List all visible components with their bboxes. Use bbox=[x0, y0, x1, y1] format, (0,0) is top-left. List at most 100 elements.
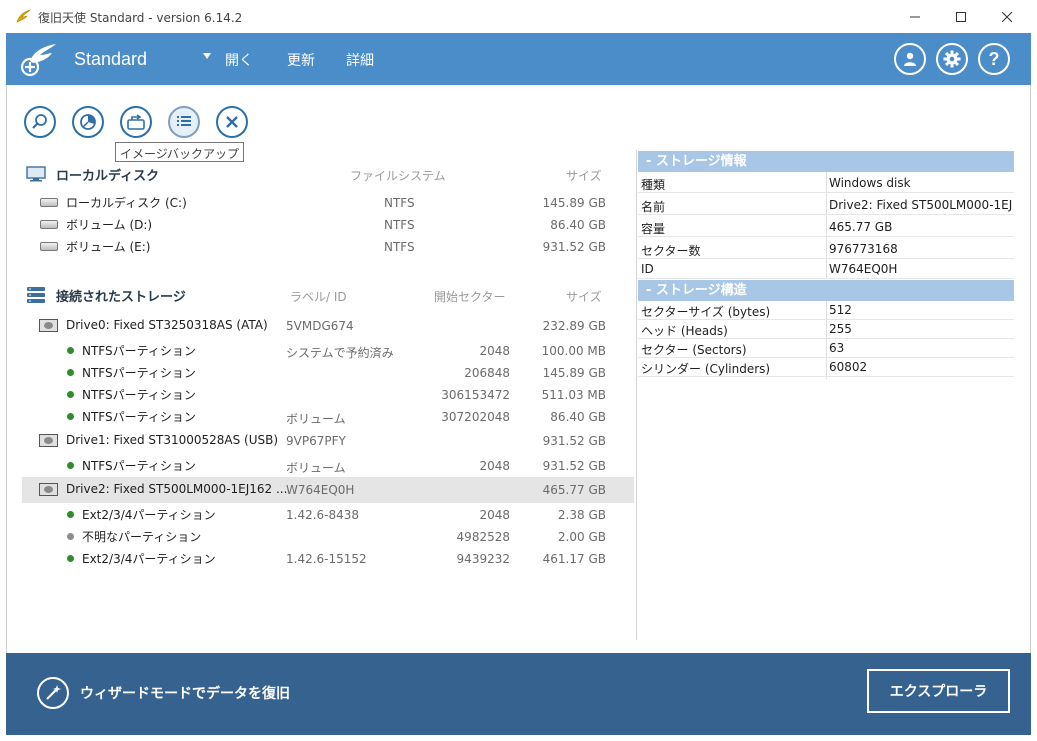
partition-start: 4982528 bbox=[456, 530, 510, 544]
drive-size: 232.89 GB bbox=[542, 319, 606, 333]
storage-stack-icon bbox=[26, 286, 46, 307]
partition-name: NTFSパーティション bbox=[82, 388, 196, 402]
info-value: 63 bbox=[829, 341, 845, 355]
info-value: W764EQ0H bbox=[829, 262, 898, 276]
info-value: 976773168 bbox=[829, 242, 898, 256]
settings-button[interactable] bbox=[936, 43, 968, 75]
partition-tool-button[interactable] bbox=[72, 106, 104, 138]
search-tool-button[interactable] bbox=[24, 106, 56, 138]
col-header-filesystem: ファイルシステム bbox=[350, 169, 446, 183]
partition-name: NTFSパーティション bbox=[82, 459, 196, 473]
partition-name: Ext2/3/4パーティション bbox=[82, 552, 216, 566]
volume-size: 145.89 GB bbox=[542, 196, 606, 210]
partition-status-dot bbox=[67, 533, 74, 540]
drive-id: 5VMDG674 bbox=[286, 319, 354, 333]
partition-label: ボリューム bbox=[286, 461, 346, 475]
partition-size: 461.17 GB bbox=[542, 552, 606, 566]
footer-bar: ウィザードモードでデータを復旧 エクスプローラ bbox=[6, 653, 1031, 735]
image-backup-button[interactable] bbox=[120, 106, 152, 138]
help-button[interactable]: ? bbox=[978, 43, 1010, 75]
info-row: 種類 Windows disk bbox=[638, 174, 1014, 193]
gear-icon bbox=[943, 50, 961, 68]
info-row: 名前 Drive2: Fixed ST500LM000-1EJ1 bbox=[638, 196, 1014, 215]
col-header-start-sector: 開始セクター bbox=[434, 290, 506, 304]
partition-name: NTFSパーティション bbox=[82, 366, 196, 380]
partition-size: 86.40 GB bbox=[550, 410, 606, 424]
drive-icon bbox=[39, 319, 58, 332]
hard-disk-icon bbox=[40, 198, 58, 207]
partition-name: NTFSパーティション bbox=[82, 410, 196, 424]
partition-name: NTFSパーティション bbox=[82, 344, 196, 358]
computer-monitor-icon bbox=[26, 166, 46, 185]
partition-label: システムで予約済み bbox=[286, 346, 394, 360]
partition-name: 不明なパーティション bbox=[82, 530, 202, 544]
list-view-button[interactable] bbox=[168, 106, 200, 138]
col-header-size: サイズ bbox=[566, 290, 602, 304]
volume-name: ボリューム (D:) bbox=[66, 218, 153, 232]
storage-info-header[interactable]: - ストレージ情報 bbox=[638, 151, 1014, 172]
info-value: 465.77 GB bbox=[829, 220, 893, 234]
tooltip: イメージバックアップ bbox=[115, 142, 245, 162]
info-value: 255 bbox=[829, 322, 852, 336]
info-row: セクター数 976773168 bbox=[638, 240, 1014, 259]
info-key: 種類 bbox=[641, 178, 666, 192]
close-icon bbox=[226, 116, 238, 128]
partition-start: 206848 bbox=[464, 366, 510, 380]
storage-structure-header[interactable]: - ストレージ構造 bbox=[638, 280, 1014, 301]
maximize-button[interactable] bbox=[938, 0, 984, 33]
info-row: セクターサイズ (bytes) 512 bbox=[638, 301, 1014, 320]
partition-status-dot bbox=[67, 555, 74, 562]
close-window-button[interactable] bbox=[984, 0, 1030, 33]
wizard-wand-icon[interactable] bbox=[37, 677, 69, 709]
info-key: 容量 bbox=[641, 222, 666, 236]
drive-size: 931.52 GB bbox=[542, 434, 606, 448]
info-row: セクター (Sectors) 63 bbox=[638, 339, 1014, 358]
info-key: セクター数 bbox=[641, 244, 701, 258]
volume-name: ボリューム (E:) bbox=[66, 240, 151, 254]
info-key: ID bbox=[641, 262, 654, 276]
partition-start: 2048 bbox=[479, 344, 510, 358]
close-tool-button[interactable] bbox=[216, 106, 248, 138]
partition-status-dot bbox=[67, 347, 74, 354]
menu-open[interactable]: 開く bbox=[225, 50, 253, 70]
menu-refresh[interactable]: 更新 bbox=[287, 50, 315, 70]
hard-disk-icon bbox=[40, 242, 58, 251]
drive-name: Drive1: Fixed ST31000528AS (USB) bbox=[66, 433, 279, 447]
partition-name: Ext2/3/4パーティション bbox=[82, 508, 216, 522]
info-row: ID W764EQ0H bbox=[638, 260, 1014, 279]
col-header-size: サイズ bbox=[566, 169, 602, 183]
local-disk-title: ローカルディスク bbox=[56, 169, 160, 184]
partition-start: 306153472 bbox=[441, 388, 510, 402]
account-button[interactable] bbox=[894, 43, 926, 75]
user-icon bbox=[904, 52, 916, 66]
volume-name: ローカルディスク (C:) bbox=[66, 196, 187, 210]
minimize-button[interactable] bbox=[892, 0, 938, 33]
app-wing-icon bbox=[15, 8, 32, 24]
info-key: セクター (Sectors) bbox=[641, 343, 747, 357]
panel-divider bbox=[636, 150, 637, 640]
volume-size: 86.40 GB bbox=[550, 218, 606, 232]
partition-start: 2048 bbox=[479, 508, 510, 522]
partition-label: 1.42.6-8438 bbox=[286, 508, 360, 522]
partition-status-dot bbox=[67, 413, 74, 420]
partition-start: 2048 bbox=[479, 459, 510, 473]
partition-size: 2.00 GB bbox=[557, 530, 606, 544]
connected-storage-title: 接続されたストレージ bbox=[56, 290, 186, 305]
pie-disk-icon bbox=[80, 114, 96, 130]
menu-details[interactable]: 詳細 bbox=[346, 50, 374, 70]
info-key: ヘッド (Heads) bbox=[641, 324, 728, 338]
explorer-button[interactable]: エクスプローラ bbox=[867, 669, 1010, 713]
partition-status-dot bbox=[67, 391, 74, 398]
wizard-mode-link[interactable]: ウィザードモードでデータを復旧 bbox=[80, 683, 290, 703]
info-row: 容量 465.77 GB bbox=[638, 218, 1014, 237]
info-row: ヘッド (Heads) 255 bbox=[638, 320, 1014, 339]
partition-status-dot bbox=[67, 462, 74, 469]
info-key: シリンダー (Cylinders) bbox=[641, 362, 771, 376]
volume-fs: NTFS bbox=[384, 196, 415, 210]
angel-wing-logo-icon bbox=[20, 43, 58, 77]
partition-size: 145.89 GB bbox=[542, 366, 606, 380]
partition-label: 1.42.6-15152 bbox=[286, 552, 367, 566]
drive-name: Drive2: Fixed ST500LM000-1EJ162 ... bbox=[66, 482, 288, 496]
open-dropdown-arrow-icon[interactable] bbox=[203, 53, 211, 59]
magnifier-icon bbox=[32, 114, 47, 129]
